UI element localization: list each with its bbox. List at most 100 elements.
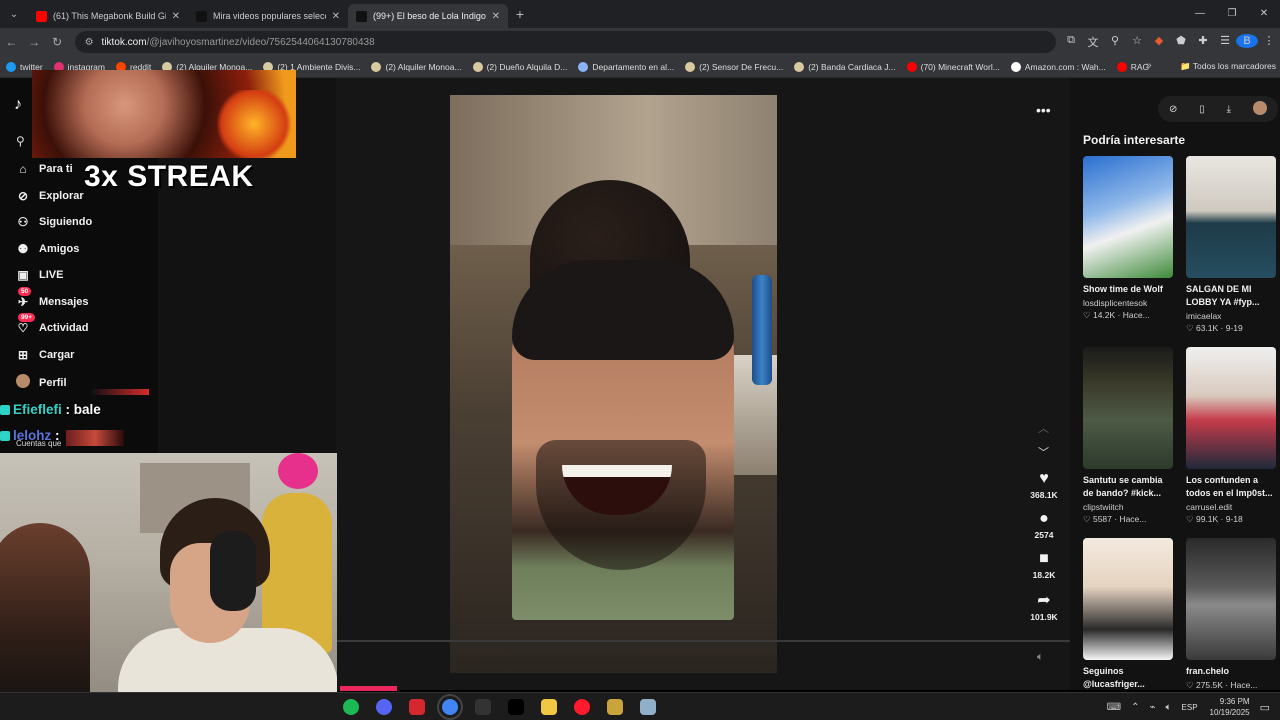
folder-icon[interactable] — [540, 699, 557, 715]
browser-tab[interactable]: (99+) El beso de Lola Indigo e ✕ — [348, 4, 508, 28]
translate-icon[interactable]: 文 — [1082, 34, 1104, 50]
minimize-icon[interactable]: — — [1184, 0, 1216, 28]
heart-icon[interactable]: ♥ — [1022, 470, 1066, 488]
video-thumbnail[interactable] — [1186, 347, 1276, 469]
all-bookmarks-folder[interactable]: 📁 Todos los marcadores — [1180, 61, 1276, 72]
extension-shield-icon[interactable]: ⬟ — [1170, 34, 1192, 50]
recommended-video-title[interactable]: Seguinos @lucasfriger... — [1083, 665, 1175, 691]
back-arrow-icon[interactable]: ← — [0, 35, 23, 49]
video-progress-bar[interactable] — [336, 640, 1070, 642]
taskbar-app[interactable] — [466, 699, 499, 715]
bookmark-item[interactable]: (70) Minecraft Worl... — [906, 61, 1000, 72]
recommended-video-title[interactable]: Los confunden a todos en el Imp0st... — [1186, 474, 1278, 500]
bookmark-item[interactable]: (2) Dueño Alquila D... — [472, 61, 567, 72]
recommended-video-card[interactable]: Seguinos @lucasfriger... — [1083, 538, 1175, 691]
tab-search-chevron-icon[interactable]: ⌄ — [0, 0, 28, 28]
more-options-icon[interactable]: ••• — [1036, 102, 1051, 118]
recommended-video-title[interactable]: Show time de Wolf — [1083, 283, 1175, 296]
nav-item-para-ti[interactable]: ⌂ Para ti — [14, 162, 72, 176]
video-thumbnail[interactable] — [1083, 347, 1173, 469]
nav-item-perfil[interactable]: Perfil — [14, 374, 67, 391]
browser-tab[interactable]: Mira videos populares seleccio ✕ — [188, 4, 348, 28]
share-action[interactable]: ➦ 101.9K — [1022, 590, 1066, 622]
nav-item-explorar[interactable]: ⊘ Explorar — [14, 189, 84, 203]
recommended-video-author[interactable]: clipstwiitch — [1083, 502, 1175, 512]
bookmark-item[interactable]: Departamento en al... — [578, 61, 674, 72]
bookmark-item[interactable]: RAG — [1116, 61, 1149, 72]
bookmarks-overflow-icon[interactable]: » — [1146, 60, 1152, 71]
bookmark-action[interactable]: ■ 18.2K — [1022, 550, 1066, 580]
taskbar-app[interactable] — [631, 699, 664, 715]
next-video-chevron-icon[interactable]: ﹀ — [1038, 444, 1049, 460]
taskbar-app[interactable] — [433, 694, 466, 720]
restore-icon[interactable]: ❐ — [1216, 0, 1248, 28]
nav-item-cargar[interactable]: ⊞ Cargar — [14, 348, 75, 362]
game-launcher-icon[interactable] — [606, 699, 623, 715]
video-thumbnail[interactable] — [1083, 538, 1173, 660]
spotify-icon[interactable] — [342, 699, 359, 715]
taskbar-app[interactable] — [565, 699, 598, 715]
install-app-icon[interactable]: ⧉ — [1060, 34, 1082, 50]
recommended-video-author[interactable]: losdisplicentesok — [1083, 298, 1175, 308]
user-avatar[interactable] — [1253, 100, 1267, 118]
opera-icon[interactable] — [573, 699, 590, 715]
coins-icon[interactable]: ⊘ — [1169, 104, 1177, 115]
taskbar-app[interactable] — [400, 699, 433, 715]
nav-item-amigos[interactable]: ⚉ Amigos — [14, 242, 80, 256]
video-frame[interactable] — [450, 95, 777, 673]
reload-icon[interactable]: ↻ — [46, 35, 69, 49]
comment-icon[interactable]: ● — [1022, 510, 1066, 528]
search-icon[interactable]: ⚲ — [16, 134, 25, 148]
comment-action[interactable]: ● 2574 — [1022, 510, 1066, 540]
recommended-video-author[interactable]: imicaelax — [1186, 311, 1278, 321]
tray-chevron-icon[interactable]: ⌃ — [1131, 702, 1139, 713]
tiktok-logo-icon[interactable]: ♪ — [14, 96, 22, 114]
extensions-puzzle-icon[interactable]: ✚ — [1192, 34, 1214, 50]
network-icon[interactable]: ⌁ — [1150, 702, 1156, 713]
bookmark-item[interactable]: (2) Sensor De Frecu... — [685, 61, 783, 72]
profile-avatar[interactable]: B — [1236, 34, 1258, 50]
nav-item-mensajes[interactable]: ✈ 50 Mensajes — [14, 286, 89, 309]
recommended-video-card[interactable]: Los confunden a todos en el Imp0st... car… — [1186, 347, 1278, 525]
bookmark-item[interactable]: (2) Banda Cardiaca J... — [794, 61, 896, 72]
notifications-icon[interactable]: ▭ — [1260, 701, 1270, 714]
taskbar-app[interactable] — [334, 699, 367, 715]
new-tab-button[interactable]: + — [508, 6, 532, 22]
taskbar-app[interactable] — [598, 699, 631, 715]
mobile-app-icon[interactable]: ▯ — [1199, 104, 1205, 115]
chrome-menu-icon[interactable]: ⋮ — [1258, 34, 1280, 50]
nav-item-live[interactable]: ▣ LIVE — [14, 268, 63, 282]
recommended-video-title[interactable]: fran.chelo — [1186, 665, 1278, 678]
obs-icon[interactable] — [474, 699, 491, 715]
extension-fox-icon[interactable]: ◆ — [1148, 34, 1170, 50]
speaker-icon[interactable]: 🔈︎ — [1166, 702, 1172, 713]
recommended-video-card[interactable]: fran.chelo ♡ 275.5K · Hace... — [1186, 538, 1278, 691]
taskbar-app[interactable] — [367, 699, 400, 715]
tab-close-icon[interactable]: ✕ — [492, 11, 500, 22]
site-info-icon[interactable]: ⚙ — [85, 37, 94, 48]
recommended-video-author[interactable]: ♡ 275.5K · Hace... — [1186, 680, 1278, 691]
recommended-video-title[interactable]: Santutu se cambia de bando? #kick... — [1083, 474, 1175, 500]
taskbar-app[interactable] — [532, 699, 565, 715]
star-bookmark-icon[interactable]: ☆ — [1126, 34, 1148, 50]
discord-icon[interactable] — [375, 699, 392, 715]
video-thumbnail[interactable] — [1083, 156, 1173, 278]
volume-icon[interactable]: 🔈︎ — [1037, 651, 1044, 664]
reading-list-icon[interactable]: ☰ — [1214, 34, 1236, 50]
keyboard-icon[interactable]: ⌨ — [1107, 702, 1121, 713]
recommended-video-author[interactable]: carrusel.edit — [1186, 502, 1278, 512]
address-bar[interactable]: ⚙ tiktok.com /@javihoyosmartinez/video/7… — [74, 31, 1056, 53]
tiktok-app-icon[interactable] — [507, 699, 524, 715]
share-icon[interactable]: ➦ — [1022, 590, 1066, 610]
browser-tab[interactable]: (61) This Megabonk Build Giv ✕ — [28, 4, 188, 28]
recommended-video-card[interactable]: SALGAN DE MI LOBBY YA #fyp... imicaelax ♡ … — [1186, 156, 1278, 334]
recommended-video-card[interactable]: Santutu se cambia de bando? #kick... clip… — [1083, 347, 1175, 525]
chrome-icon[interactable] — [436, 694, 463, 720]
zoom-icon[interactable]: ⚲ — [1104, 34, 1126, 50]
taskbar-app[interactable] — [499, 699, 532, 715]
forward-arrow-icon[interactable]: → — [23, 35, 46, 49]
download-icon[interactable]: ⤓ — [1227, 104, 1231, 115]
nav-item-actividad[interactable]: ♡ 99+ Actividad — [14, 313, 89, 335]
bookmark-icon[interactable]: ■ — [1022, 550, 1066, 568]
recommended-video-title[interactable]: SALGAN DE MI LOBBY YA #fyp... — [1186, 283, 1278, 309]
